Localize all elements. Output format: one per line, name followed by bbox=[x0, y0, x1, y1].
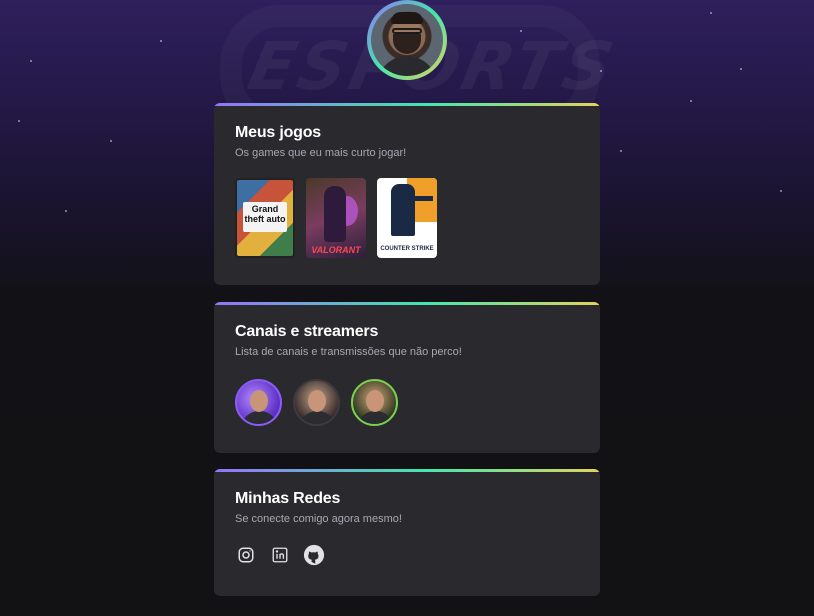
star bbox=[65, 210, 67, 212]
valorant-logo: VALORANT bbox=[311, 245, 361, 255]
channels-list bbox=[235, 379, 579, 426]
star bbox=[30, 60, 32, 62]
game-gta-v[interactable]: Grand theft auto bbox=[235, 178, 295, 258]
game-valorant[interactable]: VALORANT bbox=[306, 178, 366, 258]
linkedin-icon[interactable] bbox=[269, 544, 291, 566]
profile-avatar bbox=[367, 0, 447, 80]
star bbox=[18, 120, 20, 122]
channels-card: Canais e streamers Lista de canais e tra… bbox=[214, 302, 600, 453]
games-title: Meus jogos bbox=[235, 124, 322, 141]
star bbox=[160, 40, 162, 42]
star bbox=[740, 68, 742, 70]
star bbox=[690, 100, 692, 102]
games-card: Meus jogos Os games que eu mais curto jo… bbox=[214, 103, 600, 285]
star bbox=[600, 70, 602, 72]
github-icon[interactable] bbox=[303, 544, 325, 566]
socials-subtitle: Se conecte comigo agora mesmo! bbox=[235, 513, 402, 525]
games-subtitle: Os games que eu mais curto jogar! bbox=[235, 147, 407, 159]
socials-card: Minhas Redes Se conecte comigo agora mes… bbox=[214, 469, 600, 596]
avatar-photo bbox=[371, 4, 443, 76]
counter-strike-logo: COUNTER STRIKE bbox=[380, 246, 434, 252]
star bbox=[620, 150, 622, 152]
instagram-icon[interactable] bbox=[235, 544, 257, 566]
gta-logo: Grand theft auto bbox=[243, 202, 287, 232]
channel-avatar[interactable] bbox=[351, 379, 398, 426]
star bbox=[110, 140, 112, 142]
games-list: Grand theft auto VALORANT COUNTER STRIKE bbox=[235, 178, 579, 258]
channel-avatar[interactable] bbox=[235, 379, 282, 426]
socials-title: Minhas Redes bbox=[235, 490, 341, 507]
channels-subtitle: Lista de canais e transmissões que não p… bbox=[235, 346, 462, 358]
star bbox=[780, 190, 782, 192]
game-counter-strike[interactable]: COUNTER STRIKE bbox=[377, 178, 437, 258]
channels-title: Canais e streamers bbox=[235, 323, 379, 340]
star bbox=[520, 30, 522, 32]
socials-list bbox=[235, 544, 579, 566]
channel-avatar[interactable] bbox=[293, 379, 340, 426]
star bbox=[710, 12, 712, 14]
